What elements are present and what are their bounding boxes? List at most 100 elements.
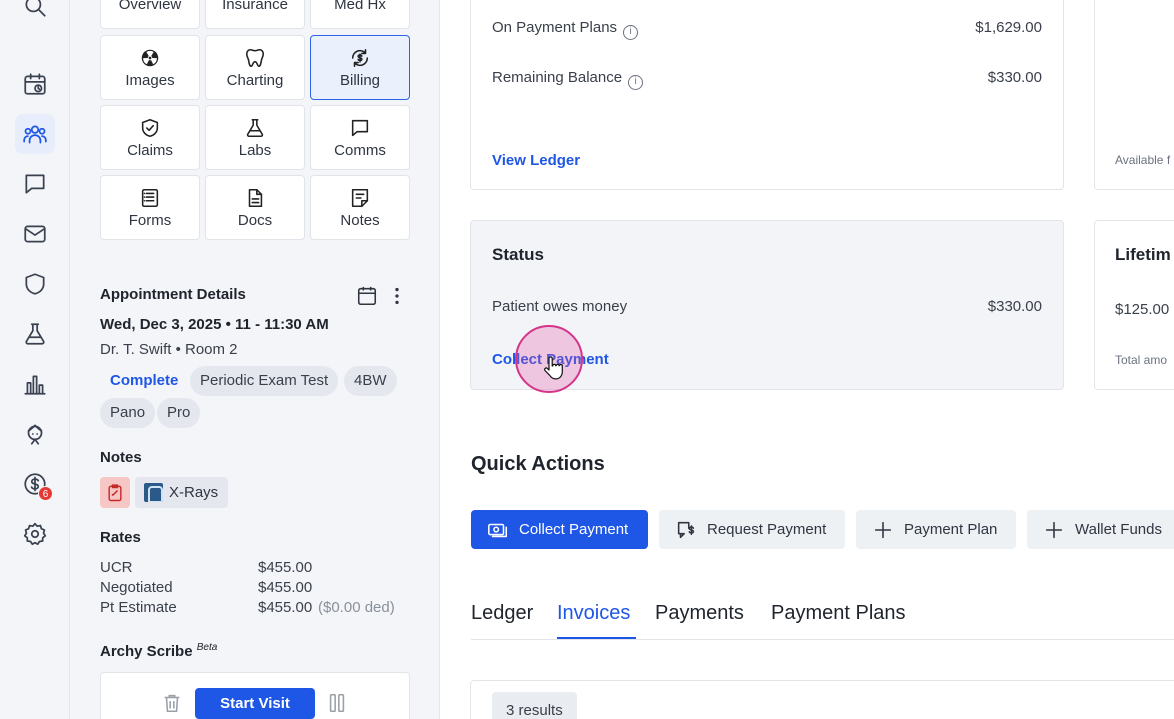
status-title: Status — [492, 245, 544, 264]
rate-value: $455.00 — [258, 599, 313, 616]
chat-icon[interactable] — [15, 164, 55, 204]
tile-label: Forms — [128, 211, 172, 229]
tile-label: Insurance — [222, 0, 288, 13]
xray-note-chip[interactable]: X-Rays — [135, 477, 228, 508]
dollar-icon[interactable]: 6 — [15, 464, 55, 504]
scribe-title-text: Archy Scribe — [100, 643, 193, 660]
tile-forms[interactable]: Forms — [100, 175, 200, 240]
available-funds-caption: Available f — [1115, 153, 1171, 167]
xray-icon — [144, 483, 163, 502]
nav-rail: 6 — [0, 0, 70, 719]
hand-cursor-icon — [544, 356, 563, 380]
request-money-icon — [677, 521, 695, 538]
tile-medhx[interactable]: Med Hx — [310, 0, 410, 29]
rate-value: $455.00 — [258, 579, 313, 596]
rate-label: UCR — [100, 559, 133, 576]
tile-billing[interactable]: Billing — [310, 35, 410, 100]
gear-icon[interactable] — [15, 514, 55, 554]
tile-label: Docs — [237, 211, 273, 229]
tab-invoices[interactable]: Invoices — [557, 602, 630, 625]
rate-deductible: ($0.00 ded) — [318, 599, 395, 616]
lifetime-title: Lifetim — [1115, 245, 1171, 264]
note-icon — [351, 188, 369, 207]
clipboard-button[interactable] — [100, 477, 130, 508]
tile-label: Comms — [334, 141, 386, 159]
doctor-icon[interactable] — [15, 414, 55, 454]
patients-icon[interactable] — [15, 114, 55, 154]
tile-label: Overview — [118, 0, 182, 13]
label-text: On Payment Plans — [492, 19, 618, 36]
remaining-balance-value: $330.00 — [987, 69, 1042, 86]
tile-charting[interactable]: Charting — [205, 35, 305, 100]
tag-procedure: Periodic Exam Test — [190, 366, 339, 396]
rate-value: $455.00 — [258, 559, 313, 576]
balance-card: On Payment Plans i $1,629.00 Remaining Ba… — [470, 0, 1064, 190]
request-payment-button[interactable]: Request Payment — [659, 510, 845, 549]
billing-cycle-icon — [351, 48, 369, 67]
tile-label: Labs — [238, 141, 272, 159]
chart-icon[interactable] — [15, 364, 55, 404]
document-icon — [248, 188, 263, 207]
on-payment-plans-label: On Payment Plans i — [492, 19, 639, 40]
results-count: 3 results — [492, 692, 577, 719]
tab-payments[interactable]: Payments — [655, 602, 744, 625]
trash-icon[interactable] — [161, 692, 183, 714]
on-payment-plans-value: $1,629.00 — [975, 19, 1042, 36]
tile-notes[interactable]: Notes — [310, 175, 410, 240]
tile-claims[interactable]: Claims — [100, 105, 200, 170]
button-label: Wallet Funds — [1075, 521, 1162, 538]
start-visit-button[interactable]: Start Visit — [195, 688, 315, 719]
status-value: $330.00 — [987, 298, 1042, 315]
cash-icon — [488, 523, 508, 537]
tile-images[interactable]: Images — [100, 35, 200, 100]
notes-title: Notes — [100, 449, 142, 466]
tile-label: Claims — [127, 141, 173, 159]
button-label: Collect Payment — [519, 521, 629, 538]
rate-label: Pt Estimate — [100, 599, 177, 616]
tile-insurance[interactable]: Insurance — [205, 0, 305, 29]
plus-icon — [1045, 521, 1063, 538]
appointment-details-title: Appointment Details — [100, 286, 246, 303]
wallet-funds-button[interactable]: Wallet Funds — [1027, 510, 1174, 549]
mail-icon[interactable] — [15, 214, 55, 254]
rate-label: Negotiated — [100, 579, 173, 596]
tag-procedure: Pano — [100, 398, 156, 428]
payment-plan-button[interactable]: Payment Plan — [856, 510, 1016, 549]
tab-payment-plans[interactable]: Payment Plans — [771, 602, 906, 625]
xray-label: X-Rays — [169, 484, 219, 501]
tabs-divider — [471, 639, 1174, 640]
button-label: Request Payment — [707, 521, 827, 538]
info-icon[interactable]: i — [628, 75, 644, 90]
plus-icon — [874, 521, 892, 538]
collect-payment-button[interactable]: Collect Payment — [471, 510, 648, 549]
available-funds-card: Available f — [1094, 0, 1174, 190]
tile-overview[interactable]: Overview — [100, 0, 200, 29]
lifetime-card: Lifetim $125.00 Total amo — [1094, 220, 1174, 390]
pause-icon[interactable] — [326, 692, 348, 714]
calendar-grid-icon[interactable] — [356, 285, 378, 307]
info-icon[interactable]: i — [623, 25, 639, 40]
remaining-balance-label: Remaining Balance i — [492, 69, 644, 90]
tile-comms[interactable]: Comms — [310, 105, 410, 170]
quick-actions-title: Quick Actions — [471, 453, 605, 475]
search-icon[interactable] — [15, 0, 55, 26]
beta-label: Beta — [196, 642, 218, 653]
label-text: Remaining Balance — [492, 69, 623, 86]
view-ledger-link[interactable]: View Ledger — [492, 152, 580, 169]
more-vertical-icon[interactable] — [387, 285, 407, 307]
appointment-datetime: Wed, Dec 3, 2025 • 11 - 11:30 AM — [100, 316, 329, 333]
tile-labs[interactable]: Labs — [205, 105, 305, 170]
flask-icon[interactable] — [15, 314, 55, 354]
patient-sidebar: Overview Insurance Med Hx Images Chartin… — [70, 0, 440, 719]
tile-docs[interactable]: Docs — [205, 175, 305, 240]
shield-icon[interactable] — [15, 264, 55, 304]
tag-procedure: 4BW — [344, 366, 397, 396]
tag-status[interactable]: Complete — [100, 366, 188, 396]
radiation-icon — [141, 49, 159, 66]
appointment-provider: Dr. T. Swift • Room 2 — [100, 341, 238, 358]
tile-label: Med Hx — [334, 0, 386, 13]
calendar-icon[interactable] — [15, 64, 55, 104]
tab-ledger[interactable]: Ledger — [471, 602, 533, 625]
clipboard-icon — [108, 483, 122, 501]
active-tab-indicator — [557, 637, 636, 639]
